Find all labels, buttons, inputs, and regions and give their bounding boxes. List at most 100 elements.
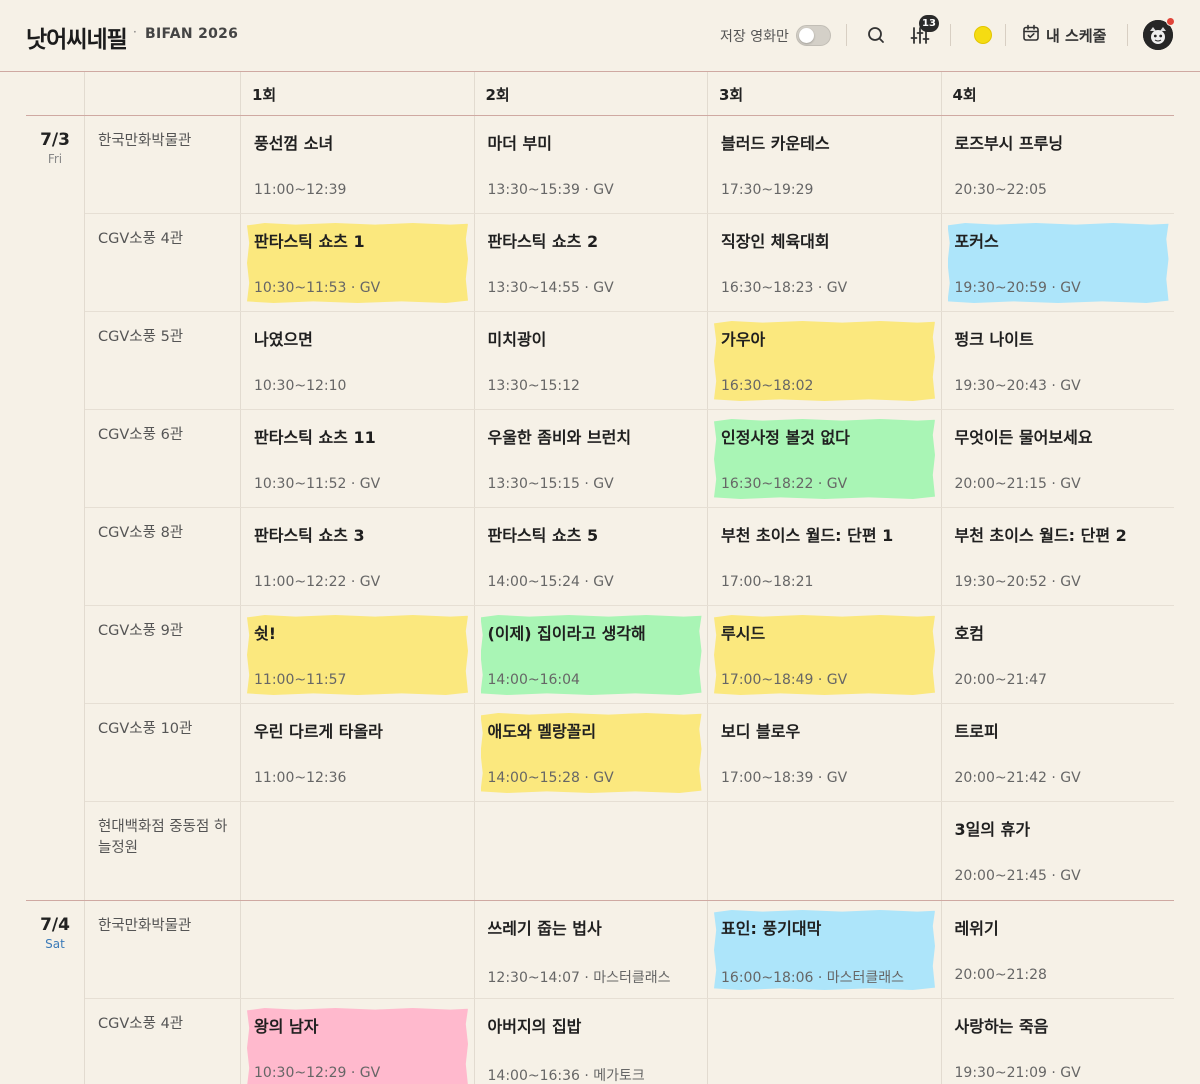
- saved-only-toggle[interactable]: [796, 25, 831, 46]
- screening-cell[interactable]: 애도와 멜랑꼴리 14:00~15:28 · GV: [475, 704, 708, 802]
- day-of-week: Fri: [47, 152, 63, 166]
- venue-name: CGV소풍 9관: [98, 623, 184, 639]
- screening-cell[interactable]: 마더 부미 13:30~15:39 · GV: [475, 116, 708, 214]
- screening-time: 20:00~21:47: [954, 672, 1047, 688]
- round-header-row: 1회 2회 3회 4회: [26, 72, 1174, 116]
- screening-time: 13:30~15:39 · GV: [487, 182, 614, 198]
- my-schedule-button[interactable]: 내 스케줄: [1022, 22, 1106, 48]
- venue-name: CGV소풍 8관: [98, 525, 184, 541]
- screening-time: 16:00~18:06 · 마스터클래스: [721, 970, 905, 986]
- divider: [1005, 24, 1006, 46]
- screening-cell[interactable]: 3일의 휴가 20:00~21:45 · GV: [942, 802, 1175, 900]
- screening-cell[interactable]: 왕의 남자 10:30~12:29 · GV: [241, 999, 474, 1084]
- venue-row: CGV소풍 9관 쉿! 11:00~11:57 (이제) 집이라고 생각해 14:00~…: [85, 606, 1174, 704]
- screening-time: 13:30~15:15 · GV: [487, 476, 614, 492]
- screening-title: 미치광이: [487, 330, 547, 349]
- screening-cell[interactable]: 펑크 나이트 19:30~20:43 · GV: [942, 312, 1175, 410]
- screening-title: 표인: 풍기대막: [721, 919, 822, 938]
- grid-line: [240, 72, 241, 115]
- screening-title: 쉿!: [254, 624, 277, 643]
- screening-title: 부천 초이스 월드: 단편 2: [954, 526, 1127, 545]
- notification-dot: [1166, 17, 1175, 26]
- screening-title: 무엇이든 물어보세요: [954, 428, 1093, 447]
- screening-title: 직장인 체육대회: [721, 232, 830, 251]
- screening-title: 부천 초이스 월드: 단편 1: [721, 526, 894, 545]
- screening-cell[interactable]: 풍선껌 소녀 11:00~12:39: [241, 116, 474, 214]
- screening-title: 아버지의 집밥: [487, 1017, 582, 1036]
- my-schedule-label: 내 스케줄: [1046, 26, 1107, 45]
- screening-title: 펑크 나이트: [954, 330, 1034, 349]
- screening-cell[interactable]: 가우아 16:30~18:02: [708, 312, 941, 410]
- screening-time: 19:30~21:09 · GV: [954, 1065, 1081, 1081]
- grid-line: [240, 802, 241, 900]
- screening-cell[interactable]: 판타스틱 쇼츠 5 14:00~15:24 · GV: [475, 508, 708, 606]
- toggle-knob: [799, 28, 814, 43]
- screening-cell[interactable]: 부천 초이스 월드: 단편 2 19:30~20:52 · GV: [942, 508, 1175, 606]
- screening-time: 13:30~15:12: [487, 378, 580, 394]
- screening-cell[interactable]: 미치광이 13:30~15:12: [475, 312, 708, 410]
- screening-cell[interactable]: 보디 블로우 17:00~18:39 · GV: [708, 704, 941, 802]
- grid-line: [940, 72, 942, 115]
- screening-time: 17:00~18:21: [721, 574, 814, 590]
- screening-cell[interactable]: 인정사정 볼것 없다 16:30~18:22 · GV: [708, 410, 941, 508]
- screening-title: 3일의 휴가: [954, 820, 1031, 839]
- screening-time: 19:30~20:43 · GV: [954, 378, 1081, 394]
- screening-time: 10:30~12:10: [254, 378, 347, 394]
- screening-title: 트로피: [954, 722, 999, 741]
- screening-time: 14:00~15:24 · GV: [487, 574, 614, 590]
- venue-name: CGV소풍 5관: [98, 329, 184, 345]
- schedule-grid: 1회 2회 3회 4회 7/3 Fri 한국만화박물관 풍선껌 소녀 11:00~12:39 마…: [26, 72, 1174, 1084]
- screening-time: 19:30~20:59 · GV: [954, 280, 1081, 296]
- festival-name: BIFAN 2026: [145, 26, 239, 42]
- screening-title: 판타스틱 쇼츠 2: [487, 232, 599, 251]
- screening-title: 우울한 좀비와 브런치: [487, 428, 632, 447]
- screening-cell[interactable]: 판타스틱 쇼츠 3 11:00~12:22 · GV: [241, 508, 474, 606]
- screening-cell[interactable]: 나였으면 10:30~12:10: [241, 312, 474, 410]
- screening-cell[interactable]: 트로피 20:00~21:42 · GV: [942, 704, 1175, 802]
- screening-cell[interactable]: 블러드 카운테스 17:30~19:29: [708, 116, 941, 214]
- screening-title: 로즈부시 프루닝: [954, 134, 1064, 153]
- screening-cell[interactable]: 포커스 19:30~20:59 · GV: [942, 214, 1175, 312]
- screening-time: 17:00~18:39 · GV: [721, 770, 848, 786]
- screening-cell[interactable]: 우울한 좀비와 브런치 13:30~15:15 · GV: [475, 410, 708, 508]
- venue-row: 한국만화박물관 풍선껌 소녀 11:00~12:39 마더 부미 13:30~15:39…: [85, 116, 1174, 214]
- screening-cell[interactable]: 아버지의 집밥 14:00~16:36 · 메가토크: [475, 999, 708, 1084]
- round-header: 3회: [719, 86, 744, 104]
- venue-row: CGV소풍 4관 왕의 남자 10:30~12:29 · GV 아버지의 집밥 14:0…: [85, 999, 1174, 1084]
- grid-line: [707, 72, 708, 115]
- theme-sun-icon[interactable]: [974, 26, 992, 44]
- saved-only-label: 저장 영화만: [720, 29, 789, 45]
- screening-time: 20:00~21:28: [954, 967, 1047, 983]
- screening-cell[interactable]: 호컴 20:00~21:47: [942, 606, 1175, 704]
- screening-time: 11:00~12:36: [254, 770, 347, 786]
- screening-cell[interactable]: 부천 초이스 월드: 단편 1 17:00~18:21: [708, 508, 941, 606]
- venue-row: 한국만화박물관 쓰레기 줍는 법사 12:30~14:07 · 마스터클래스 표인: …: [85, 901, 1174, 999]
- screening-cell[interactable]: 루시드 17:00~18:49 · GV: [708, 606, 941, 704]
- app-logo[interactable]: 낫어씨네필: [26, 20, 128, 54]
- grid-line: [240, 901, 241, 998]
- day-date: 7/3: [40, 130, 70, 150]
- venue-name: 현대백화점 중동점 하늘정원: [98, 819, 228, 856]
- screening-cell[interactable]: 판타스틱 쇼츠 1 10:30~11:53 · GV: [241, 214, 474, 312]
- screening-cell[interactable]: 표인: 풍기대막 16:00~18:06 · 마스터클래스: [708, 901, 941, 999]
- divider: [950, 24, 951, 46]
- search-icon[interactable]: [865, 24, 887, 46]
- screening-cell[interactable]: 판타스틱 쇼츠 11 10:30~11:52 · GV: [241, 410, 474, 508]
- screening-cell[interactable]: 직장인 체육대회 16:30~18:23 · GV: [708, 214, 941, 312]
- screening-cell[interactable]: 사랑하는 죽음 19:30~21:09 · GV: [942, 999, 1175, 1084]
- round-header: 2회: [485, 86, 510, 104]
- screening-title: 쓰레기 줍는 법사: [487, 919, 602, 938]
- venue-row: CGV소풍 8관 판타스틱 쇼츠 3 11:00~12:22 · GV 판타스틱 쇼츠…: [85, 508, 1174, 606]
- screening-cell[interactable]: 로즈부시 프루닝 20:30~22:05: [942, 116, 1175, 214]
- screening-cell[interactable]: 레위기 20:00~21:28: [942, 901, 1175, 999]
- screening-cell[interactable]: (이제) 집이라고 생각해 14:00~16:04: [475, 606, 708, 704]
- grid-line: [473, 802, 475, 900]
- screening-cell[interactable]: 쓰레기 줍는 법사 12:30~14:07 · 마스터클래스: [475, 901, 708, 999]
- screening-cell[interactable]: 무엇이든 물어보세요 20:00~21:15 · GV: [942, 410, 1175, 508]
- screening-cell[interactable]: 판타스틱 쇼츠 2 13:30~14:55 · GV: [475, 214, 708, 312]
- grid-line: [473, 72, 475, 115]
- screening-cell[interactable]: 쉿! 11:00~11:57: [241, 606, 474, 704]
- screening-cell[interactable]: 우린 다르게 타올라 11:00~12:36: [241, 704, 474, 802]
- screening-title: 루시드: [721, 624, 766, 643]
- screening-title: 나였으면: [254, 330, 313, 349]
